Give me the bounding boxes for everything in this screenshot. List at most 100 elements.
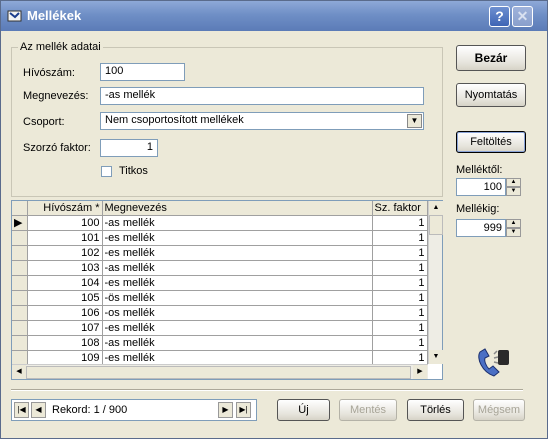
cell-megnevezes[interactable]: -as mellék bbox=[102, 335, 373, 351]
cell-hivoszam[interactable]: 108 bbox=[27, 335, 103, 351]
table-row[interactable]: ▶ 100 -as mellék 1 bbox=[12, 215, 428, 231]
mellekig-value[interactable]: 999 bbox=[456, 219, 506, 237]
mentes-button[interactable]: Mentés bbox=[339, 399, 397, 421]
mellekig-label: Mellékig: bbox=[456, 203, 500, 215]
scroll-down-icon[interactable]: ▼ bbox=[429, 350, 443, 364]
table-row[interactable]: 101 -es mellék 1 bbox=[12, 230, 428, 246]
table-row[interactable]: 102 -es mellék 1 bbox=[12, 245, 428, 261]
chevron-down-icon[interactable]: ▼ bbox=[407, 114, 422, 128]
column-header-megnevezes[interactable]: Megnevezés bbox=[102, 201, 373, 216]
row-indicator[interactable] bbox=[12, 290, 28, 306]
cell-megnevezes[interactable]: -os mellék bbox=[102, 305, 373, 321]
mellekek-window: Mellékek ? ✕ Az mellék adatai Hívószám: … bbox=[0, 0, 548, 439]
cell-szorzo[interactable]: 1 bbox=[372, 215, 428, 231]
row-indicator[interactable]: ▶ bbox=[12, 215, 28, 231]
csoport-select[interactable]: Nem csoportosított mellékek ▼ bbox=[100, 112, 424, 130]
cell-hivoszam[interactable]: 107 bbox=[27, 320, 103, 336]
csoport-selected-value: Nem csoportosított mellékek bbox=[105, 114, 244, 126]
cell-hivoszam[interactable]: 103 bbox=[27, 260, 103, 276]
first-record-icon[interactable]: |◀ bbox=[14, 402, 29, 418]
szorzo-faktor-input[interactable]: 1 bbox=[100, 139, 158, 157]
scroll-right-icon[interactable]: ▶ bbox=[413, 365, 427, 379]
spin-down-icon[interactable]: ▼ bbox=[506, 228, 521, 237]
cell-szorzo[interactable]: 1 bbox=[372, 260, 428, 276]
cell-hivoszam[interactable]: 106 bbox=[27, 305, 103, 321]
group-legend: Az mellék adatai bbox=[20, 41, 101, 53]
vertical-scroll-thumb[interactable] bbox=[429, 215, 443, 235]
cell-szorzo[interactable]: 1 bbox=[372, 335, 428, 351]
spin-up-icon[interactable]: ▲ bbox=[506, 219, 521, 228]
row-indicator[interactable] bbox=[12, 245, 28, 261]
table-row[interactable]: 106 -os mellék 1 bbox=[12, 305, 428, 321]
previous-record-icon[interactable]: ◀ bbox=[31, 402, 46, 418]
help-button[interactable]: ? bbox=[489, 6, 510, 27]
cell-hivoszam[interactable]: 102 bbox=[27, 245, 103, 261]
cell-megnevezes[interactable]: -as mellék bbox=[102, 215, 373, 231]
hivoszam-input[interactable]: 100 bbox=[100, 63, 185, 81]
phone-app-icon bbox=[7, 10, 22, 22]
cell-szorzo[interactable]: 1 bbox=[372, 245, 428, 261]
row-indicator[interactable] bbox=[12, 320, 28, 336]
szorzo-faktor-label: Szorzó faktor: bbox=[23, 142, 91, 154]
row-indicator-header bbox=[12, 201, 28, 216]
bottom-separator bbox=[11, 389, 523, 391]
row-indicator[interactable] bbox=[12, 260, 28, 276]
cell-hivoszam[interactable]: 104 bbox=[27, 275, 103, 291]
cell-szorzo[interactable]: 1 bbox=[372, 230, 428, 246]
uj-button[interactable]: Új bbox=[277, 399, 330, 421]
cell-szorzo[interactable]: 1 bbox=[372, 275, 428, 291]
torles-button[interactable]: Törlés bbox=[407, 399, 464, 421]
bezar-button[interactable]: Bezár bbox=[456, 45, 526, 71]
melektol-value[interactable]: 100 bbox=[456, 178, 506, 196]
cell-megnevezes[interactable]: -ös mellék bbox=[102, 290, 373, 306]
table-row[interactable]: 108 -as mellék 1 bbox=[12, 335, 428, 351]
table-row[interactable]: 104 -es mellék 1 bbox=[12, 275, 428, 291]
cell-megnevezes[interactable]: -es mellék bbox=[102, 230, 373, 246]
row-indicator[interactable] bbox=[12, 335, 28, 351]
cell-szorzo[interactable]: 1 bbox=[372, 305, 428, 321]
window-title: Mellékek bbox=[27, 8, 82, 23]
cell-megnevezes[interactable]: -es mellék bbox=[102, 245, 373, 261]
melektol-label: Melléktől: bbox=[456, 164, 503, 176]
scroll-left-icon[interactable]: ◀ bbox=[12, 365, 26, 379]
table-row[interactable]: 107 -es mellék 1 bbox=[12, 320, 428, 336]
feltoltes-button[interactable]: Feltöltés bbox=[456, 131, 526, 153]
row-indicator[interactable] bbox=[12, 275, 28, 291]
scroll-up-icon[interactable]: ▲ bbox=[429, 201, 443, 215]
megnevezes-input[interactable]: -as mellék bbox=[100, 87, 424, 105]
row-indicator[interactable] bbox=[12, 305, 28, 321]
extensions-table: Hívószám * Megnevezés Sz. faktor ▶ 100 -as… bbox=[12, 201, 428, 366]
title-bar[interactable]: Mellékek ? ✕ bbox=[1, 1, 547, 31]
extensions-grid[interactable]: Hívószám * Megnevezés Sz. faktor ▶ 100 -as… bbox=[11, 200, 443, 380]
table-row[interactable]: 105 -ös mellék 1 bbox=[12, 290, 428, 306]
next-record-icon[interactable]: ▶ bbox=[218, 402, 233, 418]
cell-hivoszam[interactable]: 100 bbox=[27, 215, 103, 231]
horizontal-scrollbar[interactable]: ◀ ▶ bbox=[12, 364, 428, 379]
cell-megnevezes[interactable]: -es mellék bbox=[102, 320, 373, 336]
cell-hivoszam[interactable]: 101 bbox=[27, 230, 103, 246]
cell-megnevezes[interactable]: -es mellék bbox=[102, 275, 373, 291]
column-header-szorzo[interactable]: Sz. faktor bbox=[372, 201, 428, 216]
cell-szorzo[interactable]: 1 bbox=[372, 290, 428, 306]
record-navigator: |◀ ◀ Rekord: 1 / 900 ▶ ▶| bbox=[11, 399, 257, 421]
last-record-icon[interactable]: ▶| bbox=[236, 402, 251, 418]
hivoszam-label: Hívószám: bbox=[23, 67, 75, 79]
row-indicator[interactable] bbox=[12, 230, 28, 246]
megnevezes-label: Megnevezés: bbox=[23, 90, 89, 102]
close-window-button[interactable]: ✕ bbox=[512, 6, 533, 27]
spin-up-icon[interactable]: ▲ bbox=[506, 178, 521, 187]
cell-hivoszam[interactable]: 105 bbox=[27, 290, 103, 306]
column-header-hivoszam[interactable]: Hívószám * bbox=[27, 201, 103, 216]
csoport-label: Csoport: bbox=[23, 116, 65, 128]
vertical-scrollbar[interactable]: ▲ ▼ bbox=[428, 201, 443, 364]
table-row[interactable]: 103 -as mellék 1 bbox=[12, 260, 428, 276]
titkos-label: Titkos bbox=[119, 165, 148, 177]
horizontal-scroll-thumb[interactable] bbox=[26, 366, 411, 379]
nyomtatas-button[interactable]: Nyomtatás bbox=[456, 83, 526, 107]
megsem-button[interactable]: Mégsem bbox=[473, 399, 525, 421]
cell-szorzo[interactable]: 1 bbox=[372, 320, 428, 336]
phone-handset-icon[interactable] bbox=[474, 346, 514, 380]
spin-down-icon[interactable]: ▼ bbox=[506, 187, 521, 196]
titkos-checkbox[interactable] bbox=[101, 166, 112, 177]
cell-megnevezes[interactable]: -as mellék bbox=[102, 260, 373, 276]
